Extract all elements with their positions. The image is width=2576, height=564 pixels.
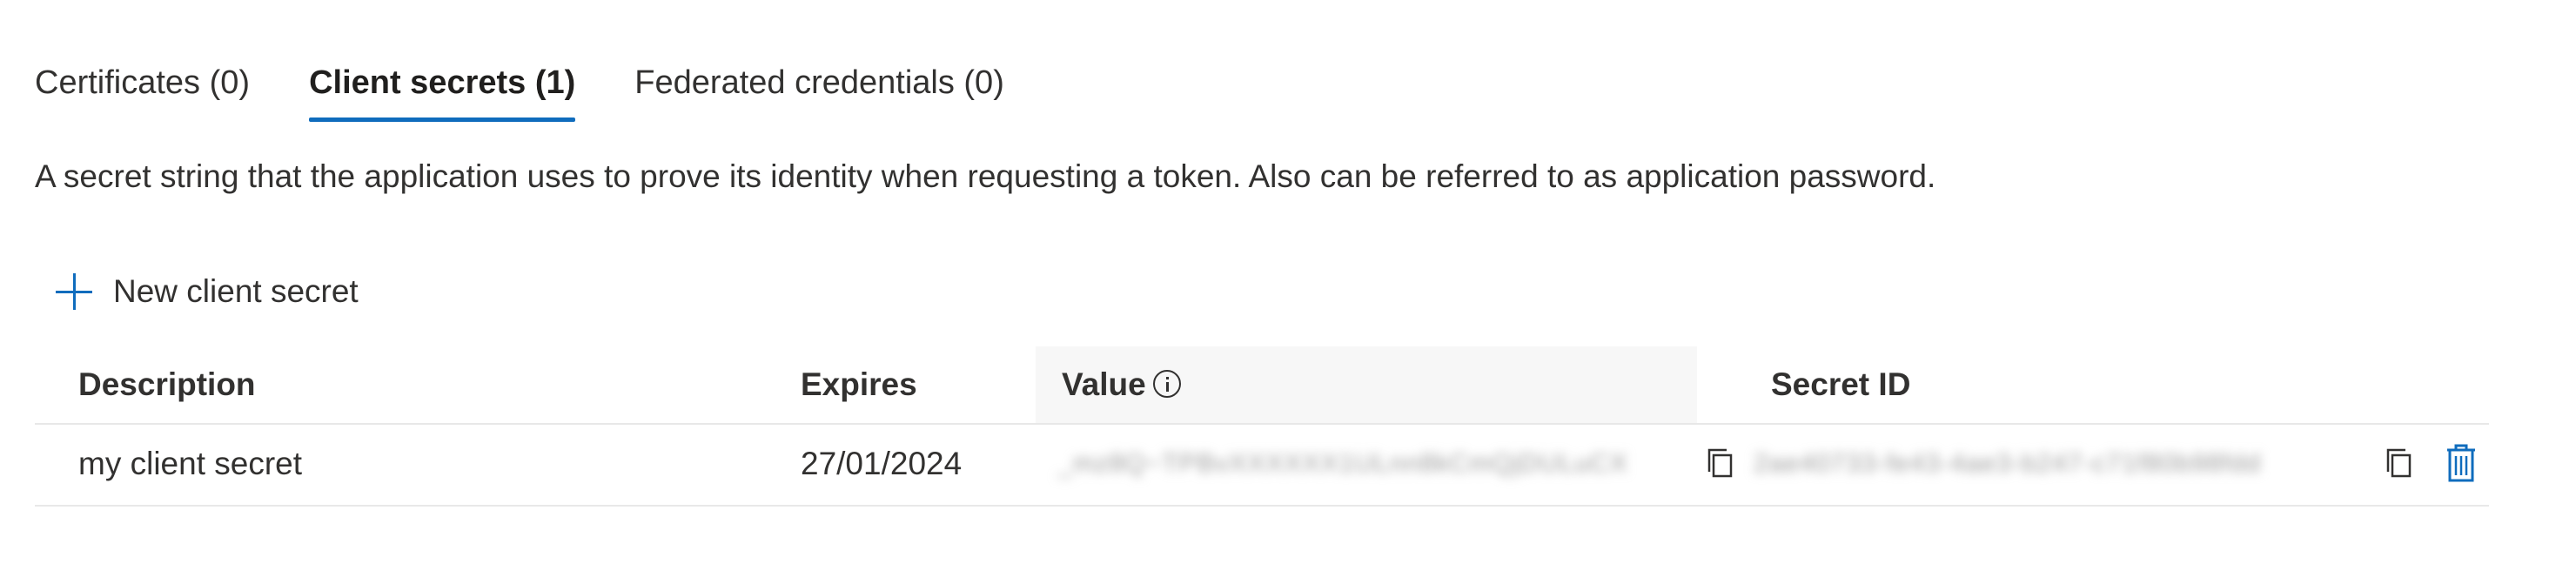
column-header-expires: Expires [801, 366, 917, 402]
column-header-value: Value [1036, 346, 1697, 423]
column-header-value-label: Value [1062, 366, 1146, 402]
row-divider [35, 505, 2489, 507]
new-client-secret-button[interactable]: New client secret [54, 265, 359, 318]
column-header-secret-id: Secret ID [1771, 366, 1911, 402]
copy-value-button[interactable] [1706, 446, 1737, 486]
client-secrets-description: A secret string that the application use… [35, 158, 1936, 194]
delete-secret-button[interactable] [2444, 442, 2479, 488]
tab-client-secrets[interactable]: Client secrets (1) [309, 52, 576, 122]
tab-list: Certificates (0) Client secrets (1) Fede… [35, 52, 1063, 122]
column-header-description: Description [78, 366, 256, 402]
copy-icon [2386, 448, 2412, 478]
trash-icon [2447, 444, 2475, 482]
copy-icon [1707, 448, 1733, 478]
client-secrets-table: Description Expires Value Secret ID my c… [35, 346, 2489, 507]
new-client-secret-label: New client secret [113, 273, 359, 309]
info-icon[interactable] [1152, 370, 1181, 399]
table-row: my client secret 27/01/2024 _mz8Q~TPBvXX… [35, 425, 2489, 503]
tab-certificates[interactable]: Certificates (0) [35, 52, 250, 122]
plus-icon [54, 272, 94, 312]
secret-id-cell: 2ae40733-fe43-4ae3-b247-c71f80b98fdd [1754, 449, 2262, 478]
secret-description-cell: my client secret [78, 446, 303, 481]
secret-expires-cell: 27/01/2024 [801, 446, 963, 481]
secret-value-cell: _mz8Q~TPBvXXXXXX1ULnn8kCmQjDULuCX [1057, 449, 1628, 478]
table-header: Description Expires Value Secret ID [35, 346, 2489, 425]
tab-federated-credentials[interactable]: Federated credentials (0) [634, 52, 1004, 122]
copy-secret-id-button[interactable] [2385, 446, 2416, 486]
